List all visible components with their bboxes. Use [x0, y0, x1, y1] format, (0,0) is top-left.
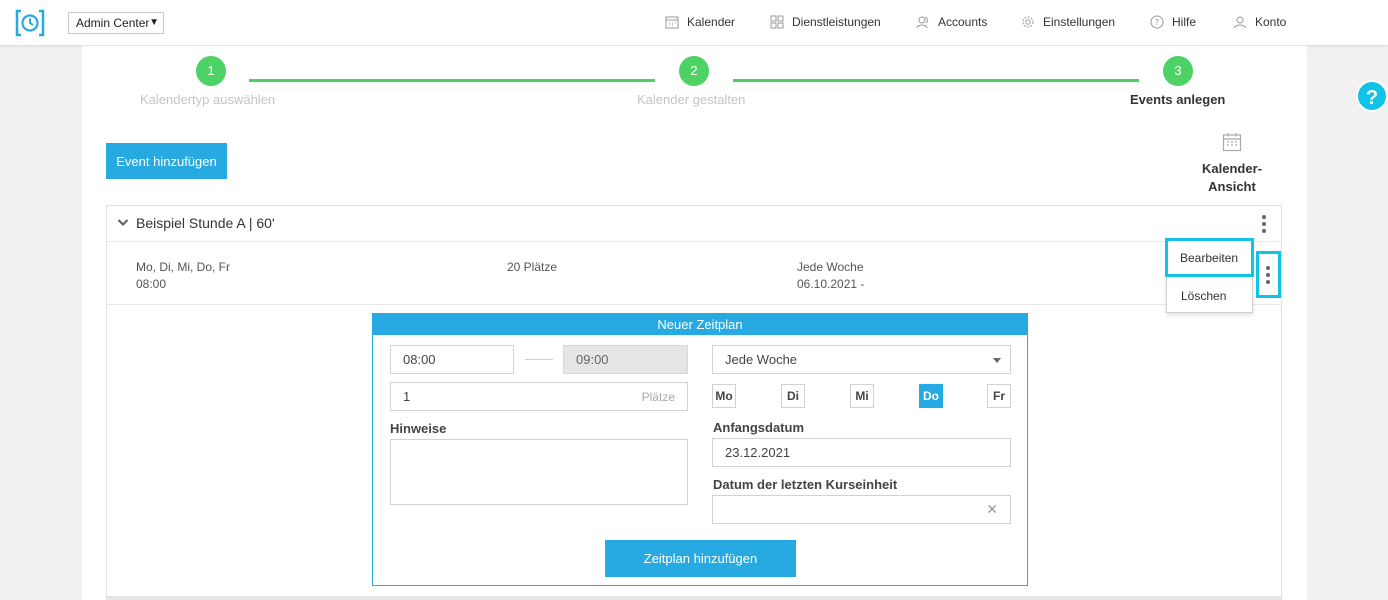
day-toggle-fr[interactable]: Fr	[987, 384, 1011, 408]
step-3-label[interactable]: Events anlegen	[1130, 92, 1225, 107]
day-toggle-do[interactable]: Do	[919, 384, 943, 408]
start-time-input[interactable]: 08:00	[390, 345, 514, 374]
step-connector-2	[733, 79, 1139, 82]
schedule-days: Mo, Di, Mi, Do, Fr	[136, 260, 231, 274]
calendar-view-toggle[interactable]: Kalender-Ansicht	[1180, 132, 1284, 196]
form-title: Neuer Zeitplan	[373, 314, 1027, 335]
add-schedule-button[interactable]: Zeitplan hinzufügen	[605, 540, 796, 577]
places-input[interactable]: 1 Plätze	[390, 382, 688, 411]
menu-item-loeschen[interactable]: Löschen	[1167, 289, 1252, 303]
help-icon: ?	[1150, 15, 1164, 29]
event-card-header[interactable]: Beispiel Stunde A | 60'	[107, 206, 1281, 242]
notes-label: Hinweise	[390, 421, 447, 436]
calendar-view-label: Kalender-Ansicht	[1202, 161, 1262, 194]
grid-icon	[770, 15, 784, 29]
start-date-input[interactable]: 23.12.2021	[712, 438, 1011, 467]
nav-accounts[interactable]: Accounts	[916, 15, 987, 29]
event-more-icon[interactable]	[1261, 215, 1267, 233]
nav-dienstleistungen-label: Dienstleistungen	[792, 15, 881, 29]
clear-icon[interactable]: ✕	[986, 501, 998, 518]
app-logo-icon[interactable]	[15, 9, 45, 37]
nav-konto-label: Konto	[1255, 15, 1287, 29]
kebab-highlight-frame	[1256, 251, 1281, 298]
new-schedule-form: Neuer Zeitplan 08:00 09:00 Jede Woche 1 …	[372, 313, 1028, 586]
admin-center-select[interactable]: Admin Center ▼	[68, 12, 164, 34]
day-toggle-mo[interactable]: Mo	[712, 384, 736, 408]
step-connector-1	[249, 79, 655, 82]
end-time-input[interactable]: 09:00	[563, 345, 688, 374]
top-navigation-bar: Admin Center ▼ Kalender Dienstleistungen…	[0, 0, 1388, 46]
step-2-label[interactable]: Kalender gestalten	[637, 92, 745, 107]
schedule-row: Mo, Di, Mi, Do, Fr 08:00 20 Plätze Jede …	[107, 242, 1281, 305]
schedule-places: 20 Plätze	[507, 260, 558, 274]
caret-down-icon	[993, 358, 1001, 363]
last-date-label: Datum der letzten Kurseinheit	[713, 477, 898, 492]
nav-einstellungen-label: Einstellungen	[1043, 15, 1116, 29]
admin-center-select-label: Admin Center	[76, 16, 150, 30]
calendar-icon	[665, 16, 679, 29]
gear-icon	[1022, 16, 1034, 28]
repeat-select[interactable]: Jede Woche	[712, 345, 1011, 374]
repeat-select-value: Jede Woche	[725, 352, 798, 367]
event-title: Beispiel Stunde A | 60'	[136, 215, 275, 231]
nav-einstellungen[interactable]: Einstellungen	[1021, 15, 1115, 29]
schedule-repeat: Jede Woche	[797, 260, 864, 274]
time-separator	[525, 359, 553, 360]
start-date-label: Anfangsdatum	[713, 420, 804, 435]
user-icon	[1234, 16, 1246, 29]
calendar-grid-icon	[1222, 133, 1242, 152]
nav-dienstleistungen[interactable]: Dienstleistungen	[770, 15, 881, 29]
day-toggle-mi[interactable]: Mi	[850, 384, 874, 408]
floating-help-button[interactable]: ?	[1356, 80, 1388, 112]
add-event-button[interactable]: Event hinzufügen	[106, 143, 227, 179]
nav-kalender-label: Kalender	[687, 15, 736, 29]
nav-konto[interactable]: Konto	[1233, 15, 1286, 29]
nav-accounts-label: Accounts	[938, 15, 988, 29]
places-suffix: Plätze	[641, 389, 675, 404]
users-icon	[916, 16, 928, 29]
nav-hilfe-label: Hilfe	[1172, 15, 1197, 29]
schedule-time: 08:00	[136, 277, 167, 291]
step-3-circle[interactable]: 3	[1163, 56, 1193, 86]
nav-hilfe[interactable]: ? Hilfe	[1150, 15, 1196, 29]
step-1-circle[interactable]: 1	[196, 56, 226, 86]
step-2-circle[interactable]: 2	[679, 56, 709, 86]
chevron-down-icon[interactable]	[117, 218, 129, 227]
nav-kalender[interactable]: Kalender	[665, 15, 735, 29]
edit-highlight-frame	[1165, 238, 1254, 277]
schedule-date-range: 06.10.2021 -	[797, 277, 865, 291]
svg-text:?: ?	[1155, 18, 1159, 27]
notes-textarea[interactable]	[390, 439, 688, 505]
step-1-label[interactable]: Kalendertyp auswählen	[140, 92, 275, 107]
day-toggle-di[interactable]: Di	[781, 384, 805, 408]
caret-down-icon: ▼	[149, 17, 159, 28]
last-date-input[interactable]: ✕	[712, 495, 1011, 524]
places-input-value: 1	[403, 389, 411, 404]
